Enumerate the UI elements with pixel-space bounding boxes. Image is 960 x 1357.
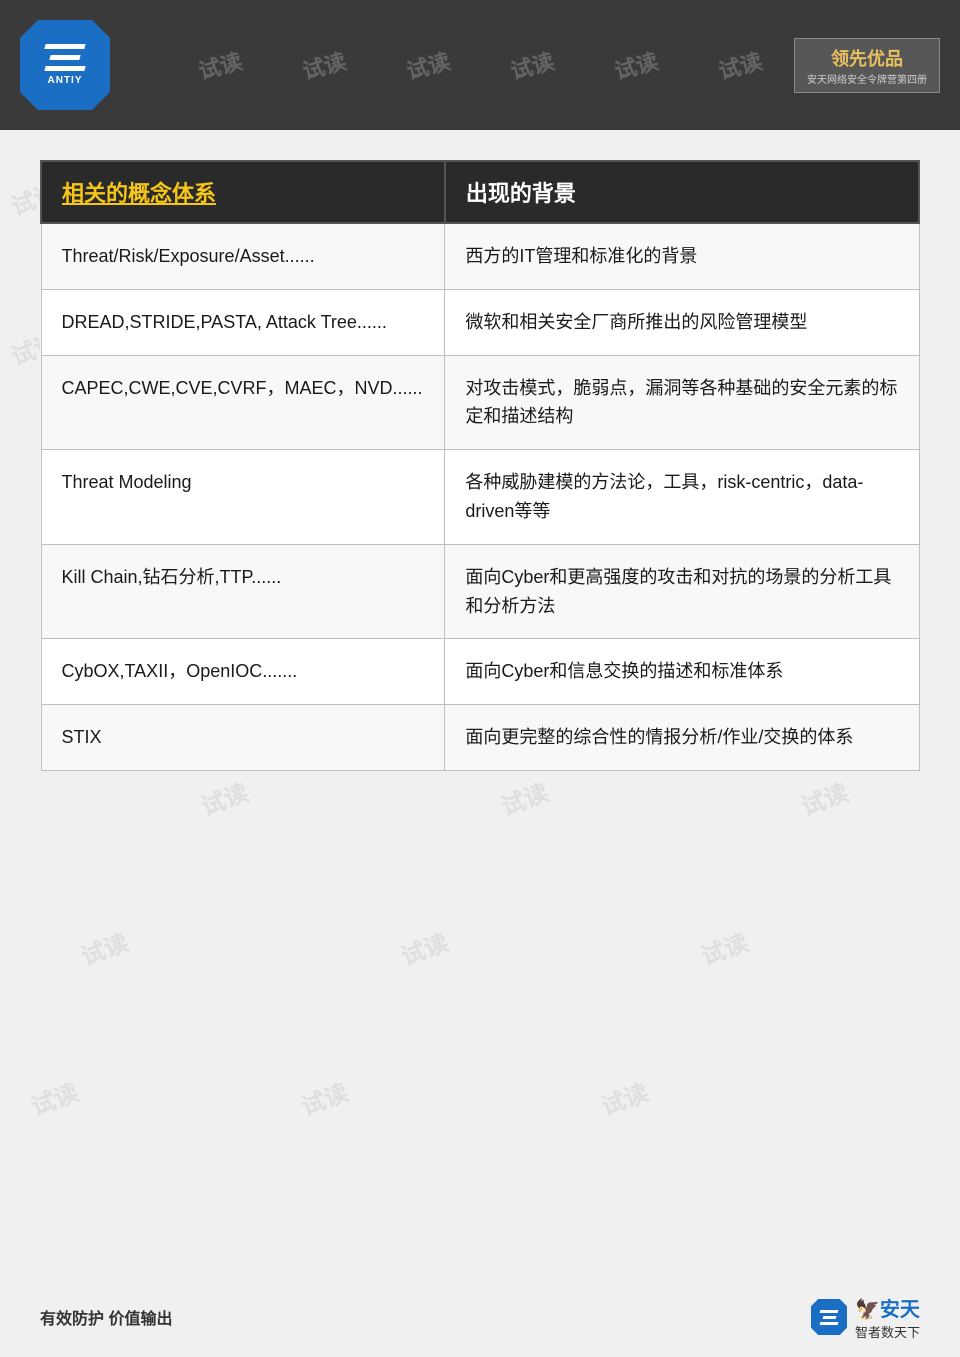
background-cell: 面向Cyber和更高强度的攻击和对抗的场景的分析工具和分析方法 (445, 544, 919, 639)
bg-wm-22: 试读 (295, 1073, 352, 1122)
concept-cell: Threat Modeling (41, 450, 445, 545)
watermark-1: 试读 (195, 44, 246, 86)
concept-cell: CybOX,TAXII，OpenIOC....... (41, 639, 445, 705)
table-row: DREAD,STRIDE,PASTA, Attack Tree......微软和… (41, 289, 919, 355)
header-brand: 领先优品 安天网络安全令牌营第四册 (794, 38, 940, 93)
brand-sub: 安天网络安全令牌营第四册 (807, 71, 927, 86)
bg-wm-20: 试读 (695, 923, 752, 972)
concept-cell: CAPEC,CWE,CVE,CVRF，MAEC，NVD...... (41, 355, 445, 450)
background-cell: 面向Cyber和信息交换的描述和标准体系 (445, 639, 919, 705)
watermark-6: 试读 (715, 44, 766, 86)
footer-brand-main-text: 🦅 (855, 1299, 880, 1321)
concept-table: 相关的概念体系 出现的背景 Threat/Risk/Exposure/Asset… (40, 160, 920, 771)
watermark-4: 试读 (507, 44, 558, 86)
header: ANTIY 试读 试读 试读 试读 试读 试读 领先优品 安天网络安全令牌营第四… (0, 0, 960, 130)
footer-brand-desc: 智者数天下 (855, 1322, 920, 1341)
watermark-3: 试读 (403, 44, 454, 86)
background-cell: 微软和相关安全厂商所推出的风险管理模型 (445, 289, 919, 355)
background-cell: 西方的IT管理和标准化的背景 (445, 223, 919, 289)
bg-wm-17: 试读 (795, 773, 852, 822)
bg-wm-21: 试读 (25, 1073, 82, 1122)
footer-brand-area: 🦅安天 智者数天下 (811, 1293, 920, 1341)
bg-wm-18: 试读 (75, 923, 132, 972)
footer-brand-text: 🦅安天 智者数天下 (855, 1293, 920, 1341)
bg-wm-15: 试读 (195, 773, 252, 822)
background-cell: 对攻击模式，脆弱点，漏洞等各种基础的安全元素的标定和描述结构 (445, 355, 919, 450)
table-row: STIX面向更完整的综合性的情报分析/作业/交换的体系 (41, 705, 919, 771)
background-cell: 面向更完整的综合性的情报分析/作业/交换的体系 (445, 705, 919, 771)
table-row: Threat Modeling各种威胁建模的方法论，工具，risk-centri… (41, 450, 919, 545)
bg-wm-23: 试读 (595, 1073, 652, 1122)
bg-wm-16: 试读 (495, 773, 552, 822)
col1-header: 相关的概念体系 (41, 161, 445, 223)
table-header-row: 相关的概念体系 出现的背景 (41, 161, 919, 223)
footer: 有效防护 价值输出 🦅安天 智者数天下 (0, 1277, 960, 1357)
bg-wm-19: 试读 (395, 923, 452, 972)
table-row: Threat/Risk/Exposure/Asset......西方的IT管理和… (41, 223, 919, 289)
footer-tagline: 有效防护 价值输出 (40, 1305, 172, 1329)
concept-cell: Kill Chain,钻石分析,TTP...... (41, 544, 445, 639)
brand-chinese: 领先优品 (831, 45, 903, 71)
table-row: CybOX,TAXII，OpenIOC.......面向Cyber和信息交换的描… (41, 639, 919, 705)
antiy-logo: ANTIY (20, 20, 110, 110)
table-row: Kill Chain,钻石分析,TTP......面向Cyber和更高强度的攻击… (41, 544, 919, 639)
col2-header: 出现的背景 (445, 161, 919, 223)
footer-brand-main: 🦅安天 (855, 1293, 920, 1322)
table-row: CAPEC,CWE,CVE,CVRF，MAEC，NVD......对攻击模式，脆… (41, 355, 919, 450)
footer-logo (811, 1299, 847, 1335)
concept-cell: DREAD,STRIDE,PASTA, Attack Tree...... (41, 289, 445, 355)
concept-cell: Threat/Risk/Exposure/Asset...... (41, 223, 445, 289)
main-content: 相关的概念体系 出现的背景 Threat/Risk/Exposure/Asset… (40, 160, 920, 771)
antiy-logo-text: ANTIY (48, 75, 83, 86)
watermark-2: 试读 (299, 44, 350, 86)
concept-cell: STIX (41, 705, 445, 771)
watermark-5: 试读 (611, 44, 662, 86)
background-cell: 各种威胁建模的方法论，工具，risk-centric，data-driven等等 (445, 450, 919, 545)
